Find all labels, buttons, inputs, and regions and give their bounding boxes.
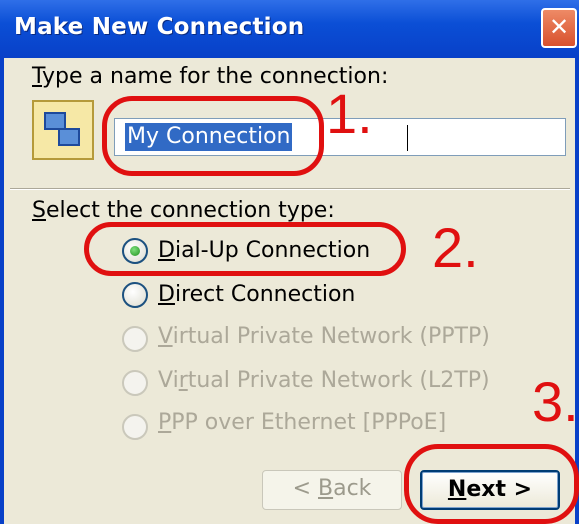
option-vpn-l2tp-label: Virtual Private Network (L2TP): [158, 368, 490, 393]
dialog-border-left: [0, 58, 4, 524]
radio-pppoe: [122, 414, 148, 440]
annotation-circle-1: [102, 96, 324, 176]
annotation-number-2: 2.: [432, 216, 479, 279]
radio-direct[interactable]: [122, 282, 148, 308]
annotation-circle-3: [404, 444, 579, 524]
network-connection-icon: [32, 100, 94, 160]
annotation-circle-2: [84, 222, 406, 276]
dialog-border-right: [575, 58, 579, 524]
close-button[interactable]: ✕: [541, 8, 577, 48]
type-prompt: Select the connection type:: [32, 198, 335, 223]
annotation-number-1: 1.: [326, 82, 373, 145]
window-title: Make New Connection: [14, 14, 305, 40]
option-direct-label[interactable]: Direct Connection: [158, 282, 355, 307]
back-button: < Back: [262, 470, 402, 510]
option-pppoe-label: PPP over Ethernet [PPPoE]: [158, 410, 447, 435]
radio-vpn-pptp: [122, 326, 148, 352]
close-icon: ✕: [548, 13, 570, 41]
option-vpn-pptp-label: Virtual Private Network (PPTP): [158, 324, 490, 349]
title-bar: Make New Connection ✕: [0, 0, 579, 58]
text-caret: [407, 125, 408, 151]
annotation-number-3: 3.: [532, 370, 579, 433]
divider: [10, 188, 570, 190]
radio-vpn-l2tp: [122, 370, 148, 396]
